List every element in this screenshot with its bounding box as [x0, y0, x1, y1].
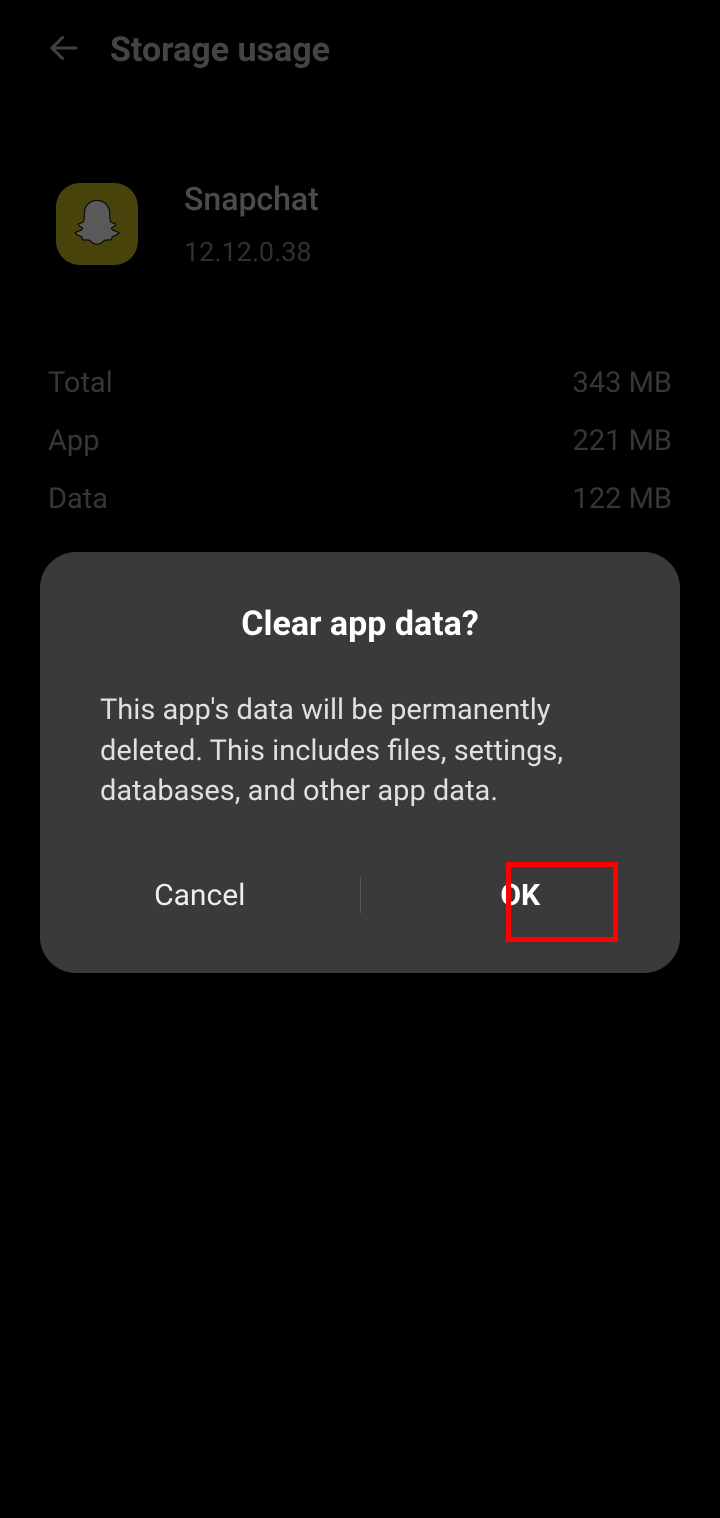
- app-name: Snapchat: [184, 180, 319, 218]
- storage-stats: Total 343 MB App 221 MB Data 122 MB: [0, 308, 720, 578]
- stat-row-app: App 221 MB: [48, 424, 672, 458]
- stat-label: App: [48, 424, 100, 458]
- back-arrow-icon[interactable]: [46, 30, 82, 70]
- header: Storage usage: [0, 0, 720, 100]
- stat-row-data: Data 122 MB: [48, 482, 672, 516]
- snapchat-icon: [56, 183, 138, 265]
- stat-row-total: Total 343 MB: [48, 366, 672, 400]
- dialog-button-row: Cancel OK: [40, 858, 680, 957]
- clear-data-dialog: Clear app data? This app's data will be …: [40, 552, 680, 973]
- dialog-body: This app's data will be permanently dele…: [40, 690, 680, 812]
- stat-value: 221 MB: [573, 424, 672, 458]
- page-title: Storage usage: [110, 30, 330, 70]
- dialog-title: Clear app data?: [40, 604, 680, 644]
- stat-value: 122 MB: [573, 482, 672, 516]
- stat-label: Data: [48, 482, 108, 516]
- stat-value: 343 MB: [573, 366, 672, 400]
- stat-label: Total: [48, 366, 113, 400]
- ok-button[interactable]: OK: [361, 858, 681, 933]
- app-info-block: Snapchat 12.12.0.38: [0, 100, 720, 308]
- app-version: 12.12.0.38: [184, 236, 319, 268]
- cancel-button[interactable]: Cancel: [40, 858, 360, 933]
